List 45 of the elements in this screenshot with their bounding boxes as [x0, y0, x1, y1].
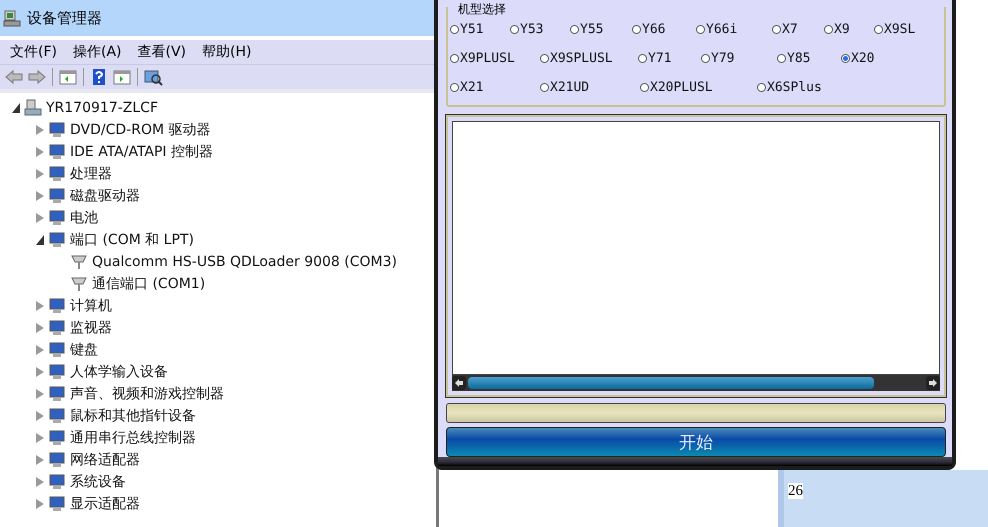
radio-option[interactable]: X9PLUSL: [450, 44, 540, 73]
menu-item[interactable]: 操作(A): [72, 43, 122, 61]
radio-option[interactable]: X21: [450, 73, 540, 102]
menu-item[interactable]: 帮助(H): [202, 43, 252, 61]
radio-option[interactable]: Y66i: [696, 15, 772, 44]
radio-option[interactable]: X6SPlus: [757, 73, 857, 102]
radio-option[interactable]: X21UD: [540, 73, 640, 102]
radio-option[interactable]: Y51: [450, 15, 510, 44]
menu-item[interactable]: 文件(F): [10, 43, 57, 61]
radio-option[interactable]: Y85: [777, 44, 841, 73]
tree-item[interactable]: 人体学输入设备: [70, 363, 168, 381]
tree-item[interactable]: 电池: [70, 209, 98, 227]
radio-option[interactable]: X9: [824, 15, 874, 44]
radio-option[interactable]: Y53: [510, 15, 570, 44]
tree-item[interactable]: 显示适配器: [70, 495, 140, 513]
tree-item[interactable]: 端口 (COM 和 LPT): [70, 231, 194, 249]
tree-item[interactable]: 监视器: [70, 319, 112, 337]
tree-item[interactable]: 声音、视频和游戏控制器: [70, 385, 224, 403]
tree-item[interactable]: Qualcomm HS-USB QDLoader 9008 (COM3): [92, 254, 397, 270]
radio-option[interactable]: X7: [772, 15, 824, 44]
tree-item[interactable]: 计算机: [70, 297, 112, 315]
tree-item[interactable]: 通用串行总线控制器: [70, 429, 196, 447]
radio-option[interactable]: X20: [841, 44, 946, 73]
radio-option[interactable]: Y55: [570, 15, 632, 44]
tree-item[interactable]: 磁盘驱动器: [70, 187, 140, 205]
tree-item[interactable]: 鼠标和其他指针设备: [70, 407, 196, 425]
tree-item[interactable]: 处理器: [70, 165, 112, 183]
radio-option[interactable]: X20PLUSL: [640, 73, 757, 102]
radio-option[interactable]: Y71: [638, 44, 701, 73]
tree-item[interactable]: 系统设备: [70, 473, 126, 491]
tree-item[interactable]: 通信端口 (COM1): [92, 275, 206, 293]
tree-item[interactable]: YR170917-ZLCF: [46, 100, 158, 116]
menu-item[interactable]: 查看(V): [138, 43, 186, 61]
tree-item[interactable]: 网络适配器: [70, 451, 140, 469]
radio-option[interactable]: X9SL: [874, 15, 944, 44]
window-title: 设备管理器: [27, 8, 102, 28]
tree-item[interactable]: IDE ATA/ATAPI 控制器: [70, 143, 214, 161]
radio-option[interactable]: X9SPLUSL: [540, 44, 638, 73]
tree-item[interactable]: DVD/CD-ROM 驱动器: [70, 121, 210, 139]
radio-option[interactable]: Y66: [632, 15, 696, 44]
radio-option[interactable]: Y79: [701, 44, 777, 73]
window-text: 26: [788, 483, 803, 499]
start-button[interactable]: 开始: [446, 427, 946, 457]
group-title: 机型选择: [456, 1, 508, 18]
tree-item[interactable]: 键盘: [70, 341, 98, 359]
